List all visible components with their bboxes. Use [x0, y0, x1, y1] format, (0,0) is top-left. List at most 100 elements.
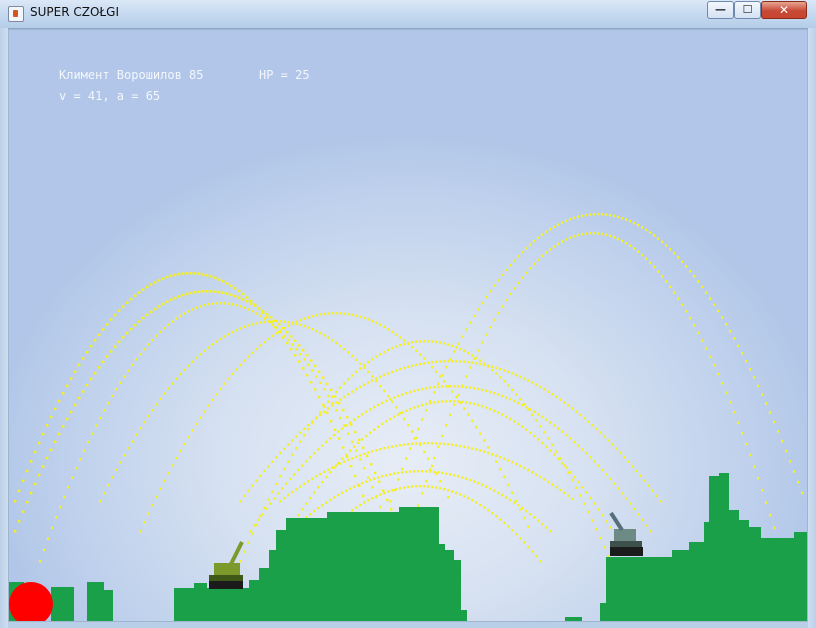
- trajectory-dot: [701, 339, 704, 342]
- trajectory-dot: [537, 519, 540, 522]
- trajectory-dot: [661, 275, 664, 278]
- trajectory-dot: [126, 301, 129, 304]
- trajectory-dot: [503, 369, 506, 372]
- trajectory-dot: [523, 466, 526, 470]
- trajectory-dot: [351, 313, 354, 317]
- trajectory-dot: [127, 447, 130, 450]
- trajectory-dot: [99, 416, 102, 420]
- trajectory-dot: [539, 425, 542, 428]
- trajectory-dot: [483, 450, 486, 453]
- trajectory-dot: [315, 314, 318, 317]
- trajectory-dot: [583, 502, 586, 505]
- trajectory-dot: [761, 489, 764, 492]
- close-button[interactable]: ✕: [761, 1, 807, 19]
- trajectory-dot: [649, 530, 652, 533]
- player-tank[interactable]: [209, 541, 244, 589]
- trajectory-dot: [569, 218, 572, 221]
- trajectory-dot: [741, 352, 744, 355]
- trajectory-dot: [709, 355, 712, 358]
- trajectory-dot: [303, 324, 306, 328]
- trajectory-dot: [405, 409, 408, 412]
- trajectory-dot: [43, 548, 46, 552]
- trajectory-dot: [226, 282, 229, 285]
- trajectory-dot: [581, 214, 584, 217]
- trajectory-dot: [325, 501, 328, 504]
- trajectory-dot: [378, 480, 381, 483]
- trajectory-dot: [475, 362, 478, 365]
- trajectory-dot: [543, 388, 546, 391]
- trajectory-dot: [357, 415, 360, 419]
- trajectory-dot: [167, 471, 170, 475]
- trajectory-dot: [79, 458, 82, 461]
- trajectory-dot: [513, 287, 516, 290]
- trajectory-dot: [541, 441, 544, 445]
- trajectory-dot: [347, 432, 350, 435]
- trajectory-dot: [553, 424, 556, 427]
- trajectory-dot: [589, 213, 592, 216]
- game-canvas[interactable]: Климент Ворошилов 85 HP = 25 v = 41, a =…: [8, 29, 808, 622]
- trajectory-dot: [597, 508, 600, 511]
- trajectory-dot: [445, 424, 448, 427]
- trajectory-dot: [459, 347, 462, 351]
- trajectory-dot: [299, 319, 302, 322]
- trajectory-dot: [267, 498, 270, 501]
- trajectory-dot: [46, 456, 49, 460]
- trajectory-dot: [475, 501, 478, 504]
- trajectory-dot: [563, 491, 566, 495]
- trajectory-dot: [433, 385, 436, 389]
- trajectory-dot: [555, 395, 558, 399]
- trajectory-dot: [633, 507, 636, 511]
- trajectory-dot: [515, 462, 518, 466]
- trajectory-dot: [271, 320, 274, 323]
- trajectory-dot: [377, 425, 380, 428]
- trajectory-dot: [383, 325, 386, 329]
- trajectory-dot: [433, 456, 436, 460]
- trajectory-dot: [238, 289, 241, 293]
- trajectory-dot: [575, 486, 578, 489]
- trajectory-dot: [163, 392, 166, 395]
- trajectory-dot: [311, 328, 314, 331]
- trajectory-dot: [335, 401, 338, 404]
- trajectory-dot: [351, 374, 354, 377]
- trajectory-dot: [219, 387, 222, 391]
- trajectory-dot: [513, 420, 516, 423]
- trajectory-dot: [295, 447, 298, 450]
- trajectory-dot: [549, 248, 552, 251]
- trajectory-dot: [303, 482, 306, 486]
- enemy-tank[interactable]: [609, 511, 643, 556]
- trajectory-dot: [259, 314, 262, 318]
- trajectory-dot: [467, 497, 470, 500]
- trajectory-dot: [471, 361, 474, 364]
- trajectory-dot: [54, 440, 57, 443]
- trajectory-dot: [367, 499, 370, 502]
- trajectory-dot: [243, 306, 246, 309]
- trajectory-dot: [219, 337, 222, 341]
- trajectory-dot: [597, 232, 600, 235]
- trajectory-dot: [649, 261, 652, 264]
- trajectory-dot: [373, 405, 376, 409]
- trajectory-dot: [607, 439, 610, 442]
- trajectory-dot: [147, 414, 150, 418]
- trajectory-dot: [391, 445, 394, 448]
- trajectory-dot: [515, 533, 518, 536]
- trajectory-dot: [451, 443, 454, 446]
- trajectory-dot: [78, 363, 81, 367]
- maximize-button[interactable]: ☐: [734, 1, 761, 19]
- trajectory-dot: [757, 477, 760, 480]
- trajectory-dot: [413, 389, 416, 393]
- trajectory-dot: [281, 487, 284, 490]
- trajectory-dot: [243, 359, 246, 362]
- trajectory-dot: [333, 496, 336, 499]
- trajectory-dot: [385, 420, 388, 423]
- trajectory-dot: [323, 334, 326, 337]
- trajectory-dot: [302, 349, 305, 352]
- trajectory-dot: [263, 469, 266, 473]
- trajectory-dot: [310, 359, 313, 362]
- trajectory-dot: [491, 368, 494, 372]
- enemy-tank-body: [614, 529, 636, 541]
- minimize-button[interactable]: —: [707, 1, 734, 19]
- trajectory-dot: [571, 497, 574, 501]
- window-titlebar[interactable]: SUPER CZOŁGI — ☐ ✕: [0, 0, 816, 29]
- trajectory-dot: [170, 298, 173, 301]
- trajectory-dot: [609, 234, 612, 238]
